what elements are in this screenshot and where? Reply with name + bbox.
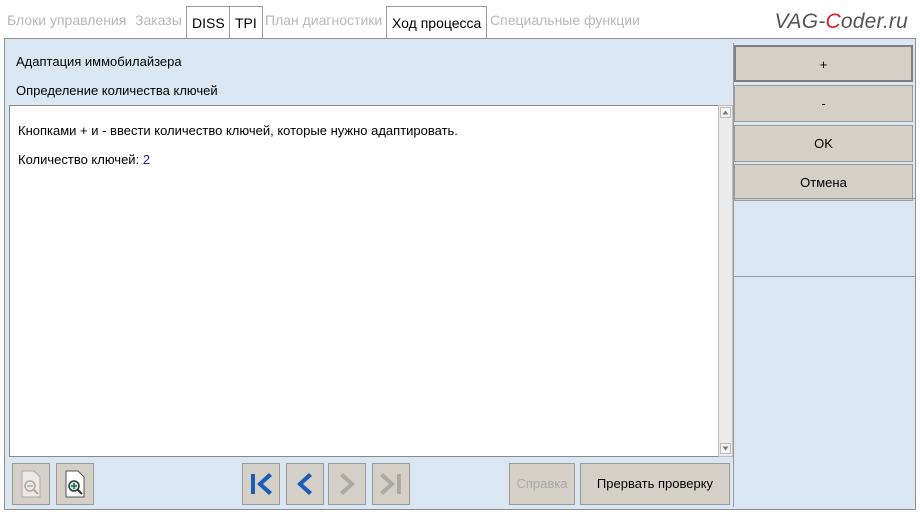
zoom-in-button[interactable] bbox=[56, 463, 94, 505]
scroll-up-icon bbox=[722, 110, 729, 115]
tab-process[interactable]: Ход процесса bbox=[386, 6, 488, 38]
zoom-out-icon bbox=[21, 470, 41, 498]
forward-button[interactable] bbox=[328, 463, 366, 505]
instruction-panel: Кнопками + и - ввести количество ключей,… bbox=[9, 105, 719, 457]
skip-to-last-icon bbox=[380, 473, 401, 495]
decrease-button[interactable]: - bbox=[734, 85, 913, 122]
ok-button[interactable]: OK bbox=[734, 125, 913, 162]
keys-count-label: Количество ключей: bbox=[18, 152, 140, 167]
back-arrow-icon bbox=[297, 473, 312, 495]
tab-control-units[interactable]: Блоки управления bbox=[2, 4, 131, 36]
keys-count-value: 2 bbox=[142, 152, 151, 167]
abort-test-button[interactable]: Прервать проверку bbox=[580, 463, 730, 505]
scroll-down-icon bbox=[722, 446, 729, 451]
panel-separator bbox=[733, 198, 915, 199]
bottom-toolbar: Справка Прервать проверку bbox=[9, 461, 733, 507]
vertical-scrollbar[interactable] bbox=[718, 105, 733, 457]
tab-orders[interactable]: Заказы bbox=[130, 4, 187, 36]
skip-to-first-icon bbox=[251, 473, 272, 495]
increase-button[interactable]: + bbox=[734, 45, 913, 82]
tab-tpi[interactable]: TPI bbox=[229, 6, 263, 38]
panel-separator bbox=[733, 276, 915, 277]
procedure-title: Адаптация иммобилайзера bbox=[16, 54, 182, 69]
side-button-panel: + - OK Отмена bbox=[733, 43, 915, 507]
main-frame: Адаптация иммобилайзера Определение коли… bbox=[4, 38, 916, 510]
first-step-button[interactable] bbox=[242, 463, 280, 505]
procedure-subtitle: Определение количества ключей bbox=[16, 83, 218, 98]
scroll-up-button[interactable] bbox=[720, 107, 731, 118]
tab-special-functions[interactable]: Специальные функции bbox=[485, 4, 645, 36]
forward-arrow-icon bbox=[340, 473, 355, 495]
watermark-logo: VAG-Coder.ru bbox=[774, 10, 908, 33]
back-button[interactable] bbox=[286, 463, 324, 505]
scroll-down-button[interactable] bbox=[720, 443, 731, 454]
zoom-out-button[interactable] bbox=[12, 463, 50, 505]
tab-bar: Блоки управления Заказы DISS TPI План ди… bbox=[0, 0, 920, 38]
last-step-button[interactable] bbox=[372, 463, 410, 505]
keys-count-line: Количество ключей: 2 bbox=[18, 152, 150, 167]
zoom-in-icon bbox=[65, 470, 85, 498]
cancel-button[interactable]: Отмена bbox=[734, 164, 913, 201]
tab-diagnostic-plan[interactable]: План диагностики bbox=[260, 4, 387, 36]
tab-diss[interactable]: DISS bbox=[186, 6, 231, 38]
help-button[interactable]: Справка bbox=[509, 463, 575, 505]
procedure-header: Адаптация иммобилайзера Определение коли… bbox=[9, 43, 732, 103]
instruction-text: Кнопками + и - ввести количество ключей,… bbox=[18, 123, 458, 138]
